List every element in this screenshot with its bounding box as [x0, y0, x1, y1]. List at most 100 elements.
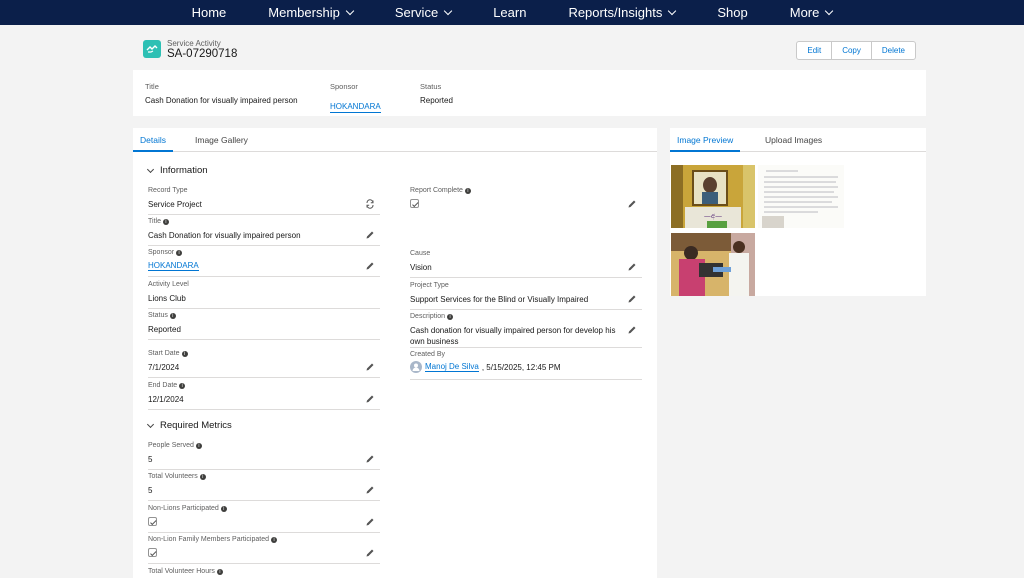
info-icon[interactable]: i	[176, 249, 183, 256]
highlight-status-value: Reported	[420, 96, 453, 105]
info-icon[interactable]: i	[199, 473, 206, 480]
record-actions: Edit Copy Delete	[796, 41, 916, 60]
pencil-icon[interactable]	[365, 454, 375, 464]
info-icon[interactable]: i	[169, 312, 176, 319]
nav-item-label: Membership	[268, 5, 340, 20]
copy-button[interactable]: Copy	[832, 42, 872, 59]
field-title: Title i Cash Donation for visually impair…	[148, 215, 380, 246]
field-value: Lions Club	[148, 294, 186, 303]
chevron-down-icon	[345, 6, 355, 15]
field-label: Non-Lions Participated	[148, 505, 219, 512]
nav-item-label: More	[789, 5, 820, 20]
field-label: Record Type	[148, 187, 188, 194]
field-value: Vision	[410, 263, 432, 272]
field-start-date: Start Date i 7/1/2024	[148, 347, 380, 378]
field-value: 5	[148, 455, 153, 464]
field-non-lion-family: Non-Lion Family Members Participated i	[148, 533, 380, 564]
pencil-icon[interactable]	[627, 294, 637, 304]
nav-item-label: Shop	[717, 5, 748, 20]
field-record-type: Record Type Service Project	[148, 184, 380, 215]
highlight-title-label: Title	[145, 82, 159, 91]
record-type-label: Service Activity	[167, 39, 221, 48]
pencil-icon[interactable]	[365, 362, 375, 372]
section-metrics-header[interactable]: Required Metrics	[146, 420, 232, 431]
info-icon[interactable]: i	[464, 187, 471, 194]
pencil-icon[interactable]	[365, 548, 375, 558]
tab-upload-images[interactable]: Upload Images	[765, 128, 822, 152]
record-name: SA-07290718	[167, 48, 238, 60]
pencil-icon[interactable]	[365, 485, 375, 495]
tab-details[interactable]: Details	[133, 128, 173, 152]
field-value: 7/1/2024	[148, 363, 180, 372]
pencil-icon[interactable]	[365, 261, 375, 271]
field-label: Total Volunteer Hours	[148, 568, 215, 575]
chevron-down-icon	[146, 420, 155, 428]
created-by-user-link[interactable]: Manoj De Silva	[425, 362, 479, 372]
field-label: People Served	[148, 442, 194, 449]
nav-item-label: Service	[394, 5, 439, 20]
image-panel: Image Preview Upload Images —අ—	[670, 128, 926, 296]
field-value: Service Project	[148, 200, 202, 209]
highlight-sponsor-label: Sponsor	[330, 82, 358, 91]
nav-item-reports-insights[interactable]: Reports/Insights	[547, 0, 696, 25]
info-icon[interactable]: i	[195, 442, 202, 449]
chevron-down-icon	[443, 6, 453, 15]
field-end-date: End Date i 12/1/2024	[148, 379, 380, 410]
field-label: Cause	[410, 250, 431, 257]
pencil-icon[interactable]	[365, 230, 375, 240]
sponsor-link[interactable]: HOKANDARA	[148, 261, 199, 271]
section-information-header[interactable]: Information	[146, 165, 208, 176]
info-icon[interactable]: i	[162, 218, 169, 225]
pencil-icon[interactable]	[365, 517, 375, 527]
field-value: Cash donation for visually impaired pers…	[410, 326, 616, 346]
nav-item-label: Reports/Insights	[568, 5, 663, 20]
field-label: Sponsor	[148, 249, 175, 256]
pencil-icon[interactable]	[627, 325, 637, 335]
chevron-down-icon	[146, 165, 155, 173]
tab-image-preview[interactable]: Image Preview	[670, 128, 741, 152]
nav-item-home[interactable]: Home	[171, 0, 248, 25]
non-lions-checkbox[interactable]	[148, 517, 157, 526]
nav-item-more[interactable]: More	[769, 0, 854, 25]
info-icon[interactable]: i	[220, 505, 227, 512]
edit-button[interactable]: Edit	[797, 42, 833, 59]
field-report-complete: Report Complete i	[410, 184, 642, 215]
activity-photo-thumbnail[interactable]: —අ—	[671, 165, 755, 228]
field-created-by: Created By Manoj De Silva , 5/15/2025, 1…	[410, 348, 642, 380]
field-project-type: Project Type Support Services for the Bl…	[410, 279, 642, 310]
nav-item-service[interactable]: Service	[374, 0, 472, 25]
field-description: Description i Cash donation for visually …	[410, 310, 642, 348]
delete-button[interactable]: Delete	[872, 42, 915, 59]
info-icon[interactable]: i	[179, 382, 186, 389]
highlight-status-label: Status	[420, 82, 442, 91]
field-label: Project Type	[410, 282, 449, 289]
field-label: Title	[148, 218, 161, 225]
info-icon[interactable]: i	[447, 313, 454, 320]
field-value: Cash Donation for visually impaired pers…	[148, 231, 301, 240]
nav-item-learn[interactable]: Learn	[472, 0, 547, 25]
pencil-icon[interactable]	[627, 199, 637, 209]
nav-item-label: Learn	[493, 5, 527, 20]
highlight-title-value: Cash Donation for visually impaired pers…	[145, 96, 298, 105]
field-label: End Date	[148, 382, 178, 389]
field-label: Report Complete	[410, 187, 463, 194]
highlight-sponsor-link[interactable]: HOKANDARA	[330, 102, 381, 113]
pencil-icon[interactable]	[627, 262, 637, 272]
donation-photo-thumbnail[interactable]	[671, 233, 755, 296]
field-label: Created By	[410, 351, 446, 358]
nav-item-membership[interactable]: Membership	[247, 0, 374, 25]
info-icon[interactable]: i	[216, 568, 223, 575]
info-icon[interactable]: i	[271, 536, 277, 543]
report-complete-checkbox[interactable]	[410, 199, 419, 208]
chevron-down-icon	[825, 6, 834, 15]
handwritten-report-thumbnail[interactable]	[758, 165, 844, 228]
detail-tabs: Details Image Gallery	[133, 128, 657, 152]
nav-item-shop[interactable]: Shop	[696, 0, 768, 25]
tab-image-gallery[interactable]: Image Gallery	[195, 128, 248, 152]
field-label: Non-Lion Family Members Participated	[148, 536, 269, 543]
field-value: Reported	[148, 325, 181, 334]
info-icon[interactable]: i	[181, 350, 188, 357]
pencil-icon[interactable]	[365, 394, 375, 404]
non-lion-family-checkbox[interactable]	[148, 548, 157, 557]
change-record-type-icon[interactable]	[365, 199, 375, 209]
